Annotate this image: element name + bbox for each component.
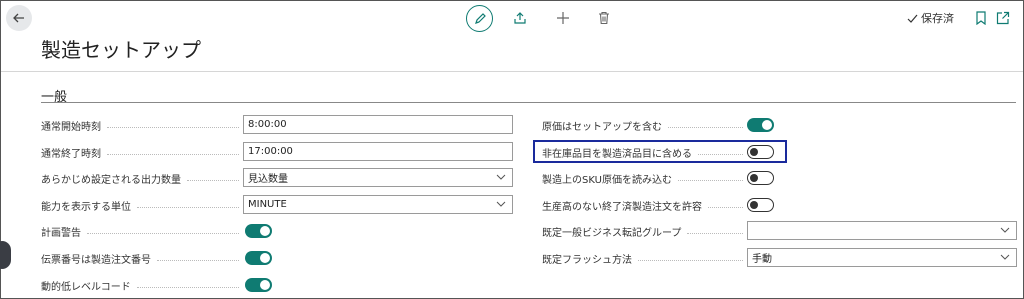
back-button[interactable] bbox=[6, 5, 32, 31]
field-label: 製造上のSKU原価を読み込む bbox=[542, 171, 747, 186]
field-label: 伝票番号は製造注文番号 bbox=[41, 251, 243, 266]
scroll-handle[interactable] bbox=[0, 241, 11, 269]
field-row: 既定一般ビジネス転記グループ bbox=[542, 222, 747, 240]
load-sku-cost-toggle[interactable] bbox=[747, 171, 774, 185]
field-row: 通常終了時刻 bbox=[41, 143, 243, 161]
field-row: 製造上のSKU原価を読み込む bbox=[542, 169, 747, 187]
open-new-window-icon bbox=[996, 11, 1010, 25]
field-row: 動的低レベルコード bbox=[41, 276, 243, 294]
plus-icon bbox=[557, 12, 569, 24]
field-row: 既定フラッシュ方法 bbox=[542, 249, 747, 267]
bookmark-icon bbox=[976, 11, 986, 25]
gen-bus-posting-group-select[interactable] bbox=[747, 221, 1017, 240]
select-value: 見込数量 bbox=[248, 174, 288, 185]
section-divider bbox=[41, 102, 1016, 103]
save-status-label: 保存済 bbox=[921, 12, 954, 25]
check-icon bbox=[907, 14, 918, 23]
field-label: 既定一般ビジネス転記グループ bbox=[542, 224, 747, 239]
chevron-down-icon bbox=[496, 174, 506, 180]
field-row: 能力を表示する単位 bbox=[41, 196, 243, 214]
pencil-icon bbox=[474, 12, 486, 24]
field-label: 通常開始時刻 bbox=[41, 118, 243, 133]
field-label: 動的低レベルコード bbox=[41, 278, 243, 293]
edit-button[interactable] bbox=[466, 5, 493, 32]
highlight-box bbox=[533, 140, 787, 163]
page-title: 製造セットアップ bbox=[41, 38, 201, 62]
chevron-down-icon bbox=[1000, 227, 1010, 233]
capacity-unit-select[interactable]: MINUTE bbox=[243, 195, 513, 214]
field-row: 生産高のない終了済製造注文を許容 bbox=[542, 196, 747, 214]
cost-incl-setup-toggle[interactable] bbox=[747, 118, 774, 132]
trash-icon bbox=[599, 11, 609, 25]
field-label: 計画警告 bbox=[41, 224, 243, 239]
arrow-left-icon bbox=[13, 13, 24, 23]
dynamic-low-level-code-toggle[interactable] bbox=[245, 278, 272, 292]
field-row: 伝票番号は製造注文番号 bbox=[41, 249, 243, 267]
preset-output-select[interactable]: 見込数量 bbox=[243, 168, 513, 187]
new-button[interactable] bbox=[554, 9, 572, 27]
field-label: 既定フラッシュ方法 bbox=[542, 251, 747, 266]
page-frame: 保存済 製造セットアップ 一般 通常開始時刻 8:00:00 通常終了時刻 17… bbox=[0, 0, 1024, 299]
select-value: 手動 bbox=[752, 254, 772, 265]
share-button[interactable] bbox=[511, 9, 529, 27]
field-label: 生産高のない終了済製造注文を許容 bbox=[542, 198, 747, 213]
end-time-input[interactable]: 17:00:00 bbox=[243, 142, 513, 161]
field-label: 能力を表示する単位 bbox=[41, 198, 243, 213]
select-value: MINUTE bbox=[248, 199, 287, 210]
field-label: 原価はセットアップを含む bbox=[542, 118, 747, 133]
field-label: あらかじめ設定される出力数量 bbox=[41, 171, 243, 186]
field-row: 原価はセットアップを含む bbox=[542, 116, 747, 134]
field-row: 計画警告 bbox=[41, 222, 243, 240]
flushing-method-select[interactable]: 手動 bbox=[747, 248, 1017, 267]
chevron-down-icon bbox=[496, 201, 506, 207]
delete-button[interactable] bbox=[595, 9, 613, 27]
doc-no-is-prod-order-toggle[interactable] bbox=[245, 251, 272, 265]
start-time-input[interactable]: 8:00:00 bbox=[243, 115, 513, 134]
title-divider bbox=[1, 71, 1023, 72]
share-icon bbox=[514, 12, 526, 24]
open-new-window-button[interactable] bbox=[994, 9, 1012, 27]
finish-order-without-output-toggle[interactable] bbox=[747, 198, 774, 212]
field-row: あらかじめ設定される出力数量 bbox=[41, 169, 243, 187]
planning-warning-toggle[interactable] bbox=[245, 224, 272, 238]
save-status: 保存済 bbox=[907, 10, 954, 26]
field-label: 通常終了時刻 bbox=[41, 145, 243, 160]
bookmark-button[interactable] bbox=[972, 9, 990, 27]
chevron-down-icon bbox=[1000, 254, 1010, 260]
field-row: 通常開始時刻 bbox=[41, 116, 243, 134]
